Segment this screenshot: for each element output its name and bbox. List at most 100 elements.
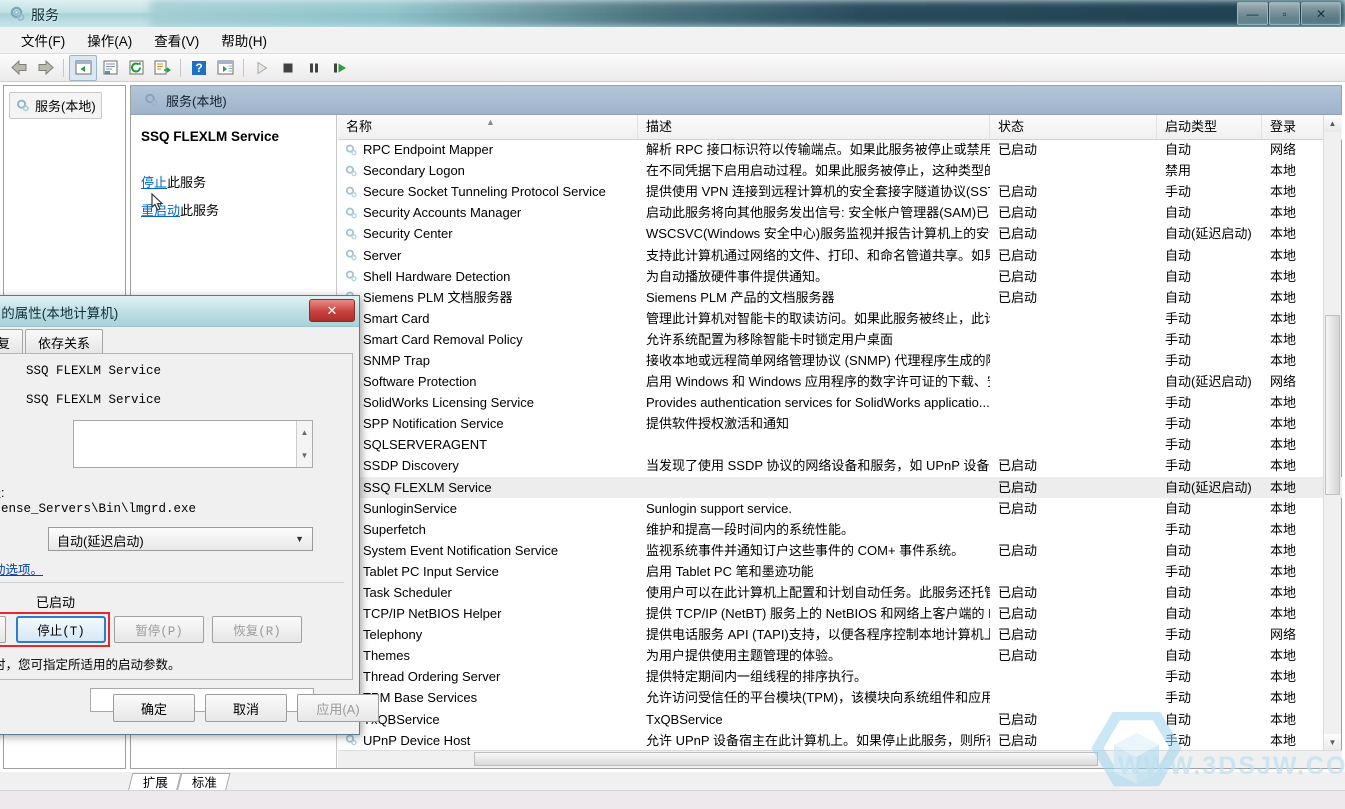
table-row[interactable]: SQLSERVERAGENT 手动 本地: [338, 434, 1342, 455]
services-list-view[interactable]: 名称 描述 状态 启动类型 登录 ▲ RPC Endpoint Mapper 解析…: [338, 115, 1342, 768]
service-name-text: SSDP Discovery: [363, 458, 459, 474]
service-name-text: TCP/IP NetBIOS Helper: [363, 606, 502, 622]
cell-description: 支持此计算机通过网络的文件、打印、和命名管道共享。如果服...: [646, 247, 990, 263]
close-button[interactable]: ✕: [1301, 2, 1341, 25]
scroll-up-icon[interactable]: ▲: [1324, 115, 1341, 132]
back-icon[interactable]: [6, 56, 32, 80]
stop-service-link[interactable]: 停止此服务: [141, 172, 326, 191]
cell-startup-type: 自动: [1165, 648, 1192, 664]
table-row[interactable]: Software Protection 启用 Windows 和 Windows …: [338, 371, 1342, 392]
description-scrollbar[interactable]: ▲ ▼: [296, 421, 312, 467]
service-name-text: SSQ FLEXLM Service: [363, 479, 492, 495]
list-vertical-scrollbar[interactable]: ▲ ▼: [1323, 115, 1341, 751]
dialog-tab-recovery[interactable]: 恢复: [0, 329, 24, 355]
table-row[interactable]: Smart Card Removal Policy 允许系统配置为移除智能卡时锁定…: [338, 329, 1342, 350]
cell-service-name: Secondary Logon: [338, 160, 638, 181]
table-row[interactable]: Telephony 提供电话服务 API (TAPI)支持，以便各程序控制本地计算…: [338, 624, 1342, 645]
dialog-title-bar[interactable]: XLM Service 的属性(本地计算机) ✕: [0, 296, 359, 327]
table-row[interactable]: SolidWorks Licensing Service Provides aut…: [338, 392, 1342, 413]
cell-service-name: SSDP Discovery: [338, 455, 638, 476]
cell-startup-type: 手动: [1165, 627, 1192, 643]
cell-status: 已启动: [998, 585, 1038, 601]
cell-logon-as: 本地: [1270, 690, 1297, 706]
list-horizontal-scrollbar[interactable]: [338, 750, 1342, 768]
table-row[interactable]: RPC Endpoint Mapper 解析 RPC 接口标识符以传输端点。如果此…: [338, 139, 1342, 160]
table-row[interactable]: Smart Card 管理此计算机对智能卡的取读访问。如果此服务被终止，此计算..…: [338, 308, 1342, 329]
menu-file[interactable]: 文件(F): [10, 26, 76, 54]
cancel-button[interactable]: 取消: [205, 694, 287, 722]
cell-startup-type: 手动: [1165, 395, 1192, 411]
cell-description: 管理此计算机对智能卡的取读访问。如果此服务被终止，此计算...: [646, 310, 990, 326]
menu-view[interactable]: 查看(V): [143, 26, 210, 54]
startup-type-select[interactable]: 自动(延迟启动) ▼: [48, 527, 313, 551]
help-icon[interactable]: ?: [186, 56, 212, 80]
menu-help[interactable]: 帮助(H): [210, 26, 278, 54]
column-description[interactable]: 描述: [638, 115, 990, 139]
table-row[interactable]: Task Scheduler 使用户可以在此计算机上配置和计划自动任务。此服务还托…: [338, 582, 1342, 603]
table-row[interactable]: TxQBService TxQBService 已启动 自动 本地: [338, 709, 1342, 730]
table-row[interactable]: Thread Ordering Server 提供特定期间内一组线程的排序执行。 手…: [338, 666, 1342, 687]
dialog-close-button[interactable]: ✕: [309, 299, 355, 322]
table-row[interactable]: Secondary Logon 在不同凭据下启用启动过程。如果此服务被停止，这种类…: [338, 160, 1342, 181]
table-row[interactable]: SNMP Trap 接收本地或远程简单网络管理协议 (SNMP) 代理程序生成的陷…: [338, 350, 1342, 371]
properties-icon[interactable]: [97, 56, 123, 80]
table-row[interactable]: TCP/IP NetBIOS Helper 提供 TCP/IP (NetBT) 服…: [338, 603, 1342, 624]
table-row[interactable]: Tablet PC Input Service 启用 Tablet PC 笔和墨迹…: [338, 561, 1342, 582]
pause-service-icon[interactable]: [301, 56, 327, 80]
table-row[interactable]: Siemens PLM 文档服务器 Siemens PLM 产品的文档服务器 已启动…: [338, 287, 1342, 308]
restart-service-link[interactable]: 重启动此服务: [141, 200, 326, 219]
service-name-row: 名称: SSQ FLEXLM Service: [0, 364, 352, 383]
forward-icon[interactable]: [32, 56, 58, 80]
table-row[interactable]: Themes 为用户提供使用主题管理的体验。 已启动 自动 本地: [338, 645, 1342, 666]
cell-logon-as: 本地: [1270, 289, 1297, 305]
cell-service-name: UPnP Device Host: [338, 730, 638, 751]
scroll-down-icon[interactable]: ▼: [297, 444, 312, 467]
menu-action[interactable]: 操作(A): [76, 26, 143, 54]
column-logon-as[interactable]: 登录: [1262, 115, 1326, 139]
scroll-down-icon[interactable]: ▼: [1324, 734, 1341, 751]
dialog-tab-dependencies[interactable]: 依存关系: [25, 329, 104, 355]
table-row[interactable]: SSQ FLEXLM Service 已启动 自动(延迟启动) 本地: [338, 476, 1342, 498]
title-bar[interactable]: 服务 — ▫ ✕: [0, 0, 1345, 28]
table-row[interactable]: SunloginService Sunlogin support service.…: [338, 498, 1342, 519]
table-row[interactable]: Server 支持此计算机通过网络的文件、打印、和命名管道共享。如果服... 已启动…: [338, 244, 1342, 265]
table-row[interactable]: Security Accounts Manager 启动此服务将向其他服务发出信号…: [338, 202, 1342, 223]
description-textarea[interactable]: ▲ ▼: [73, 420, 313, 468]
dialog-tabs: 登录 恢复 依存关系: [0, 329, 104, 355]
export-list-icon[interactable]: [149, 56, 175, 80]
cell-logon-as: 本地: [1270, 352, 1297, 368]
stop-service-icon[interactable]: [275, 56, 301, 80]
table-row[interactable]: SSDP Discovery 当发现了使用 SSDP 协议的网络设备和服务，如 U…: [338, 455, 1342, 476]
cell-service-name: Thread Ordering Server: [338, 666, 638, 687]
horizontal-scroll-thumb[interactable]: [474, 752, 1098, 766]
ok-button[interactable]: 确定: [113, 694, 195, 722]
service-name-text: Task Scheduler: [363, 585, 452, 601]
show-action-pane-icon[interactable]: [212, 56, 238, 80]
column-status[interactable]: 状态: [990, 115, 1157, 139]
minimize-button[interactable]: —: [1237, 2, 1268, 25]
pane-header-label: 服务(本地): [166, 93, 227, 109]
refresh-icon[interactable]: [123, 56, 149, 80]
maximize-button[interactable]: ▫: [1269, 2, 1300, 25]
restart-service-icon[interactable]: [327, 56, 353, 80]
vertical-scroll-thumb[interactable]: [1325, 315, 1340, 495]
table-row[interactable]: SPP Notification Service 提供软件授权激活和通知 手动 本地: [338, 413, 1342, 434]
table-row[interactable]: Security Center WSCSVC(Windows 安全中心)服务监视并…: [338, 223, 1342, 244]
table-row[interactable]: Secure Socket Tunneling Protocol Service…: [338, 181, 1342, 202]
show-hide-tree-icon[interactable]: [69, 54, 97, 81]
table-row[interactable]: TPM Base Services 允许访问受信任的平台模块(TPM)，该模块向系…: [338, 687, 1342, 708]
column-startup-type[interactable]: 启动类型: [1157, 115, 1262, 139]
service-name-text: Tablet PC Input Service: [363, 563, 499, 579]
services-rows: RPC Endpoint Mapper 解析 RPC 接口标识符以传输端点。如果此…: [338, 139, 1342, 754]
table-row[interactable]: System Event Notification Service 监视系统事件并…: [338, 540, 1342, 561]
configure-startup-help-link[interactable]: 战配置服务启动选项。: [0, 559, 43, 578]
cell-description: 提供特定期间内一组线程的排序执行。: [646, 669, 868, 685]
cell-status: [990, 519, 1157, 540]
cell-status: 已启动: [998, 648, 1038, 664]
stop-service-button[interactable]: 停止(T): [16, 616, 106, 643]
tree-item-services-local[interactable]: 服务(本地): [9, 92, 102, 119]
scroll-up-icon[interactable]: ▲: [297, 421, 312, 444]
table-row[interactable]: Shell Hardware Detection 为自动播放硬件事件提供通知。 已启…: [338, 266, 1342, 287]
table-row[interactable]: Superfetch 维护和提高一段时间内的系统性能。 手动 本地: [338, 519, 1342, 540]
table-row[interactable]: UPnP Device Host 允许 UPnP 设备宿主在此计算机上。如果停止此…: [338, 730, 1342, 751]
